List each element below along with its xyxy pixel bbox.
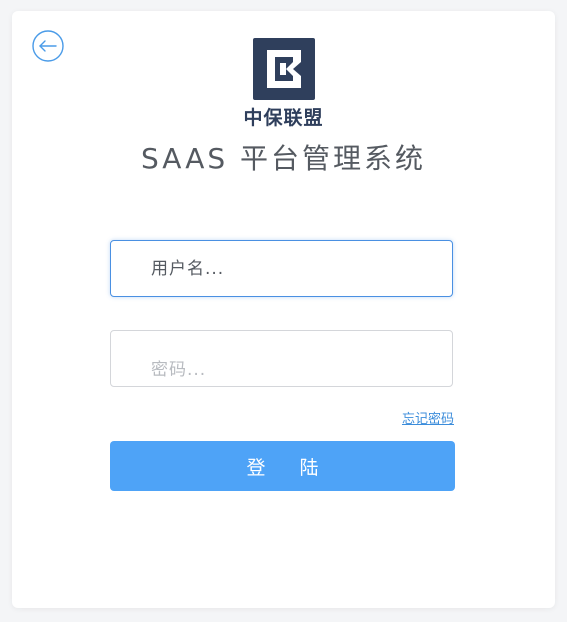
brand-logo-icon (253, 38, 315, 100)
login-card: 中保联盟 SAAS 平台管理系统 忘记密码 登 陆 (12, 11, 555, 608)
page-title: SAAS 平台管理系统 (140, 142, 427, 175)
forgot-password-link[interactable]: 忘记密码 (402, 408, 454, 427)
username-field[interactable] (110, 240, 453, 297)
brand-name: 中保联盟 (243, 107, 324, 129)
back-button[interactable] (32, 30, 64, 62)
username-input[interactable] (111, 241, 452, 296)
back-arrow-icon (32, 30, 64, 62)
password-input[interactable] (111, 331, 452, 386)
password-field[interactable] (110, 330, 453, 387)
login-button[interactable]: 登 陆 (110, 441, 455, 491)
